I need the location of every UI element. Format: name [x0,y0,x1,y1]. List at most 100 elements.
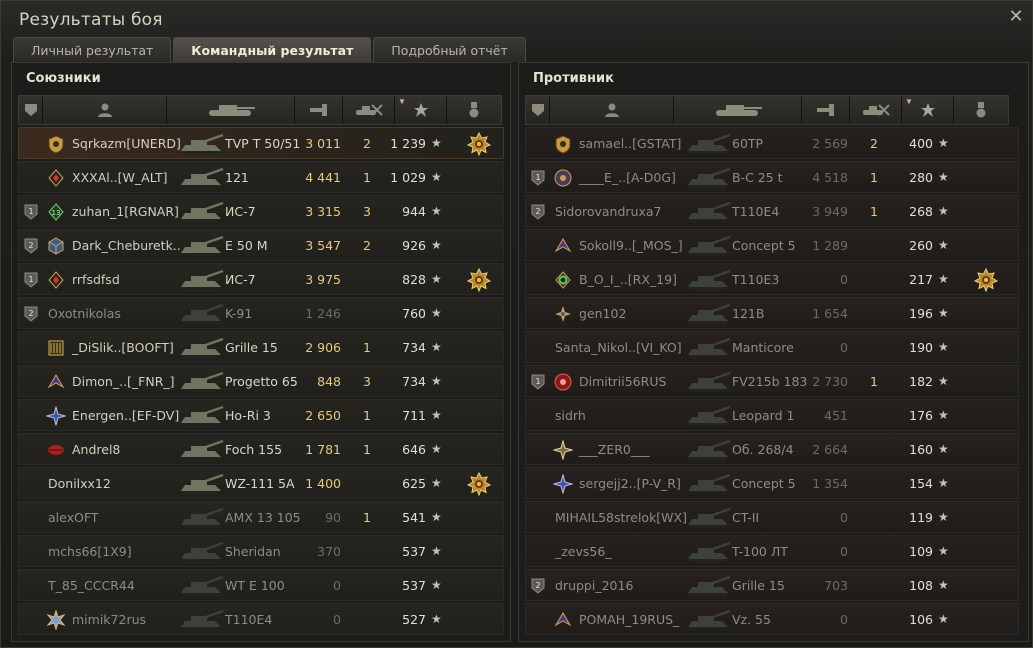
player-name[interactable]: MIHAIL58strelok[WX] [555,510,687,525]
tank-name: Grille 15 [225,340,278,355]
experience-column-header[interactable]: ▼ [395,96,447,124]
kills-column-header[interactable] [850,96,902,124]
star-icon: ★ [431,204,442,218]
player-column-header[interactable] [550,96,674,124]
ally-row[interactable]: 22Dark_Cheburetk..E 50 M3 5472926★ [18,229,504,261]
enemy-row[interactable]: Sokoll9..[_MOS_] Concept 5 1 289 260 ★ [525,229,1019,261]
player-name[interactable]: ____E_..[A-D0G] [579,170,676,185]
damage-column-header[interactable] [295,96,343,124]
damage-value: 3 011 [305,136,341,151]
enemy-row[interactable]: POMAH_19RUS_ Vz. 55 0 106 ★ [525,603,1019,635]
enemy-row[interactable]: gen102 121B 1 654 196 ★ [525,297,1019,329]
player-name[interactable]: mchs66[1X9] [48,544,132,559]
close-icon[interactable]: ✕ [1008,8,1024,26]
player-name[interactable]: Dimon_..[_FNR_] [72,374,175,389]
ally-row[interactable]: Donilxx12 WZ-111 5A 1 400 625 ★ [18,467,504,499]
medal-icon[interactable] [466,267,492,293]
player-name[interactable]: Santa_Nikol..[VI_KO] [555,340,682,355]
platoon-column-header[interactable] [526,96,550,124]
enemy-row[interactable]: MIHAIL58strelok[WX] CT-II 0 119 ★ [525,501,1019,533]
ally-row[interactable]: Dimon_..[_FNR_] Progetto 65 848 3 734 ★ [18,365,504,397]
player-column-header[interactable] [43,96,167,124]
damage-column-header[interactable] [802,96,850,124]
player-name[interactable]: gen102 [579,306,626,321]
tank-image [684,335,732,361]
kills-value: 1 [870,204,878,219]
ally-row[interactable]: T_85_CCCR44 WT E 100 0 537 ★ [18,569,504,601]
player-name[interactable]: mimik72rus [72,612,146,627]
enemy-row[interactable]: 11Dimitrii56RUSFV215b 1832 7301182★ [525,365,1019,397]
player-name[interactable]: Sqrkazm[UNERD] [72,136,181,151]
ally-row[interactable]: Sqrkazm[UNERD] TVP T 50/51 3 011 2 1 239 ★ [18,127,504,159]
clan-emblem-icon [46,168,66,188]
player-name[interactable]: XXXAl..[W_ALT] [72,170,167,185]
tank-image [684,369,732,395]
medal-icon[interactable] [466,471,492,497]
player-name[interactable]: Sidorovandruxa7 [555,204,662,219]
kills-column-header[interactable] [343,96,395,124]
enemy-row[interactable]: samael..[GSTAT] 60TP 2 569 2 400 ★ [525,127,1019,159]
enemy-row[interactable]: sergejj2..[P-V_R] Concept 5 1 354 154 ★ [525,467,1019,499]
ally-row[interactable]: Energen..[EF-DV] Ho-Ri 3 2 650 1 711 ★ [18,399,504,431]
player-name[interactable]: druppi_2016 [555,578,633,593]
tank-image [684,607,732,633]
ally-row[interactable]: 22OxotnikolasK-911 246760★ [18,297,504,329]
medal-icon[interactable] [466,131,492,157]
medal-column-header[interactable] [447,96,501,124]
player-name[interactable]: Andrel8 [72,442,120,457]
sort-descending-icon: ▼ [905,97,913,106]
tab-team-result[interactable]: Командный результат [173,37,372,62]
player-name[interactable]: Sokoll9..[_MOS_] [579,238,683,253]
sort-descending-icon: ▼ [398,97,406,106]
player-name[interactable]: T_85_CCCR44 [48,578,135,593]
player-name[interactable]: zuhan_1[RGNAR] [72,204,179,219]
platoon-column-header[interactable] [19,96,43,124]
player-name[interactable]: ___ZER0___ [579,442,650,457]
player-name[interactable]: Oxotnikolas [48,306,121,321]
star-icon: ★ [938,510,949,524]
player-name[interactable]: sidrh [555,408,586,423]
enemy-row[interactable]: 22Sidorovandruxa7T110E43 9491268★ [525,195,1019,227]
player-name[interactable]: Energen..[EF-DV] [72,408,179,423]
medal-column-header[interactable] [954,96,1008,124]
ally-row[interactable]: alexOFT AMX 13 105 90 1 541 ★ [18,501,504,533]
player-name[interactable]: alexOFT [48,510,98,525]
tank-column-header[interactable] [674,96,802,124]
ally-row[interactable]: XXXAl..[W_ALT] 121 4 441 1 1 029 ★ [18,161,504,193]
enemy-row[interactable]: sidrh Leopard 1 451 176 ★ [525,399,1019,431]
damage-value: 1 354 [812,476,848,491]
enemy-row[interactable]: 11____E_..[A-D0G]B-C 25 t4 5181280★ [525,161,1019,193]
medal-icon[interactable] [973,267,999,293]
experience-value: 260 [909,238,933,253]
ally-row[interactable]: _DiSlik..[BOOFT] Grille 15 2 906 1 734 ★ [18,331,504,363]
player-name[interactable]: sergejj2..[P-V_R] [579,476,681,491]
player-name[interactable]: Donilxx12 [48,476,111,491]
ally-row[interactable]: Andrel8 Foch 155 1 781 1 646 ★ [18,433,504,465]
player-name[interactable]: POMAH_19RUS_ [579,612,679,627]
player-name[interactable]: rrfsdfsd [72,272,120,287]
tab-personal-result[interactable]: Личный результат [13,37,172,62]
player-name[interactable]: _DiSlik..[BOOFT] [72,340,174,355]
star-icon: ★ [938,170,949,184]
ally-row[interactable]: 11rrfsdfsdИС-73 975828★ [18,263,504,295]
player-name[interactable]: Dark_Cheburetk.. [72,238,181,253]
enemy-row[interactable]: ___ZER0___ Об. 268/4 2 664 160 ★ [525,433,1019,465]
ally-row[interactable]: 1113zuhan_1[RGNAR]ИС-73 3153944★ [18,195,504,227]
tab-detailed-report[interactable]: Подробный отчёт [373,37,526,62]
enemy-row[interactable]: Santa_Nikol..[VI_KO] Manticore 0 190 ★ [525,331,1019,363]
platoon-icon: 2 [24,238,38,254]
player-name[interactable]: samael..[GSTAT] [579,136,681,151]
player-name[interactable]: Dimitrii56RUS [579,374,666,389]
enemy-row[interactable]: 22druppi_2016Grille 15703108★ [525,569,1019,601]
enemy-row[interactable]: _zevs56_ T-100 ЛТ 0 109 ★ [525,535,1019,567]
star-icon: ★ [938,544,949,558]
tank-column-header[interactable] [167,96,295,124]
ally-row[interactable]: mchs66[1X9] Sheridan 370 537 ★ [18,535,504,567]
tank-name: 121 [225,170,249,185]
enemy-row[interactable]: B_O_I_..[RX_19] T110E3 0 217 ★ [525,263,1019,295]
experience-column-header[interactable]: ▼ [902,96,954,124]
ally-row[interactable]: mimik72rus T110E4 0 527 ★ [18,603,504,635]
player-name[interactable]: _zevs56_ [555,544,612,559]
player-name[interactable]: B_O_I_..[RX_19] [579,272,677,287]
experience-value: 400 [909,136,933,151]
